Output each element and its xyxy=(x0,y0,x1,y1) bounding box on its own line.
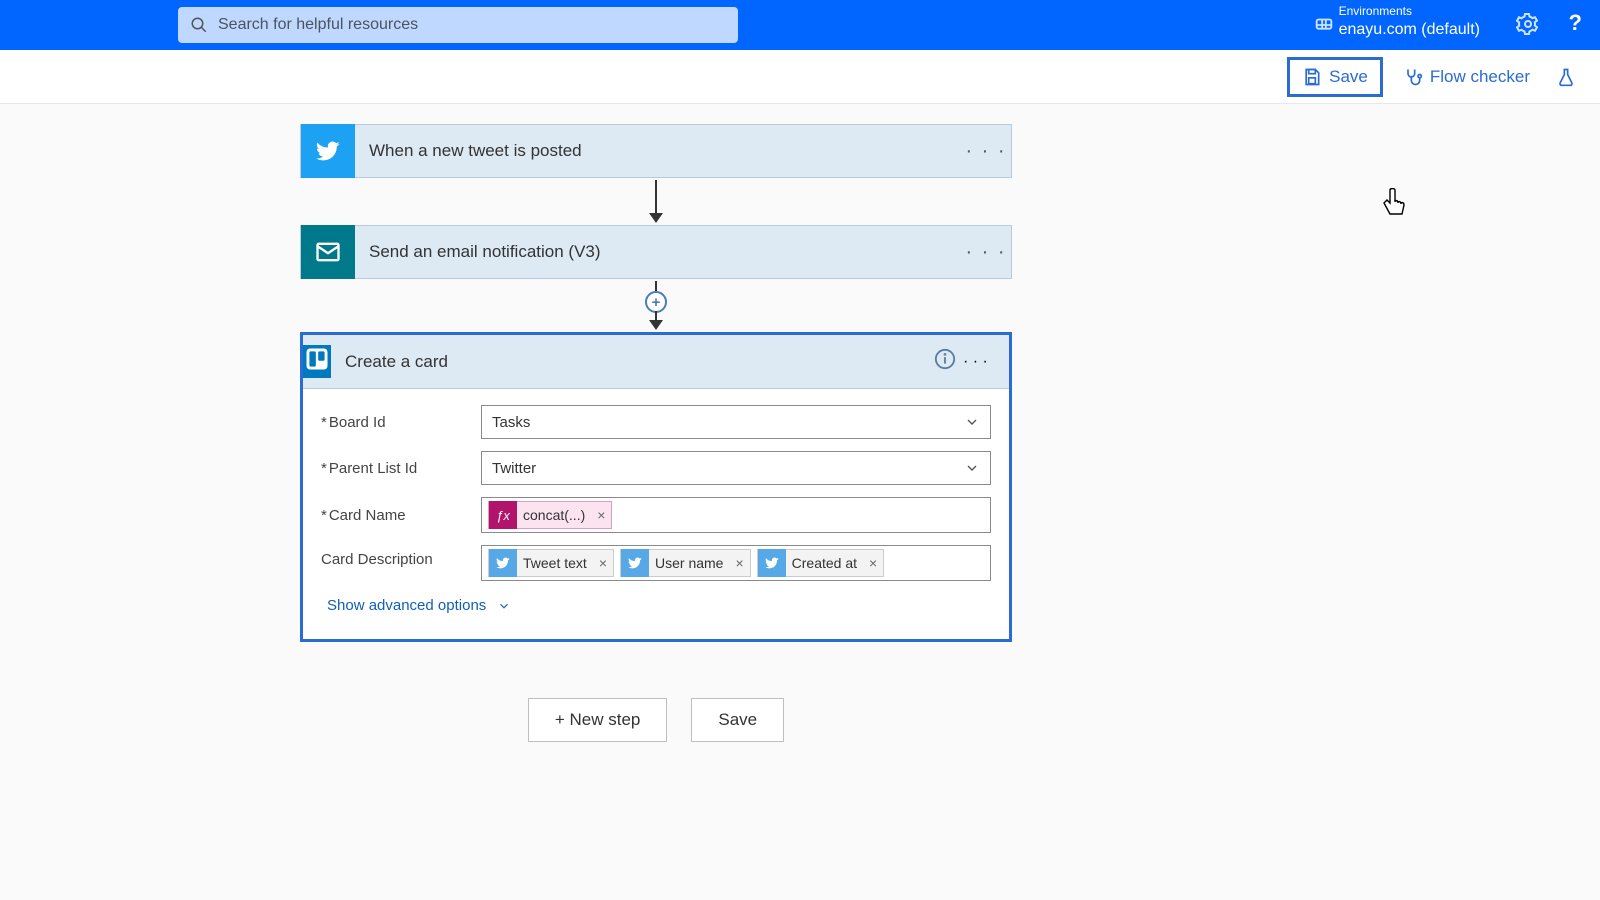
step-title: When a new tweet is posted xyxy=(355,141,961,161)
select-value: Twitter xyxy=(492,460,536,477)
token-label: Tweet text xyxy=(517,555,593,571)
field-parent-list-id: *Parent List Id Twitter xyxy=(321,451,991,485)
app-header: Search for helpful resources Environment… xyxy=(0,0,1600,50)
trigger-step[interactable]: When a new tweet is posted · · · xyxy=(300,124,1012,178)
field-label: *Card Name xyxy=(321,507,481,524)
help-button[interactable]: ? xyxy=(1569,10,1582,36)
token-label: User name xyxy=(649,555,729,571)
test-button[interactable] xyxy=(1550,57,1582,97)
step-title: Send an email notification (V3) xyxy=(355,242,961,262)
new-step-button[interactable]: + New step xyxy=(528,698,668,742)
twitter-icon xyxy=(621,549,649,577)
remove-token-button[interactable]: × xyxy=(863,555,883,571)
chevron-down-icon xyxy=(964,460,980,476)
cursor-icon xyxy=(1382,188,1408,218)
fx-icon: ƒx xyxy=(489,501,517,529)
save-label: Save xyxy=(1329,67,1368,87)
connector-arrow-with-add: + xyxy=(300,281,1012,330)
save-button[interactable]: Save xyxy=(1287,57,1383,97)
step-menu-button[interactable]: · · · xyxy=(961,140,1011,163)
canvas-save-button[interactable]: Save xyxy=(691,698,784,742)
expression-token[interactable]: ƒx concat(...) × xyxy=(488,501,612,529)
flow-checker-label: Flow checker xyxy=(1430,67,1530,87)
card-name-input[interactable]: ƒx concat(...) × xyxy=(481,497,991,533)
connector-arrow xyxy=(300,180,1012,223)
card-header[interactable]: Create a card · · · xyxy=(303,335,1009,389)
action-step-create-card: Create a card · · · *Board Id Tasks *Par… xyxy=(300,332,1012,642)
canvas-footer: + New step Save xyxy=(300,698,1012,742)
twitter-icon xyxy=(489,549,517,577)
advanced-options-label: Show advanced options xyxy=(327,597,486,614)
chevron-down-icon xyxy=(497,599,511,613)
dynamic-token-user-name[interactable]: User name × xyxy=(620,549,751,577)
token-label: Created at xyxy=(786,555,863,571)
field-card-description: Card Description Tweet text × User name … xyxy=(321,545,991,581)
field-card-name: *Card Name ƒx concat(...) × xyxy=(321,497,991,533)
info-button[interactable] xyxy=(927,348,963,375)
stethoscope-icon xyxy=(1403,67,1423,87)
field-board-id: *Board Id Tasks xyxy=(321,405,991,439)
board-select[interactable]: Tasks xyxy=(481,405,991,439)
remove-token-button[interactable]: × xyxy=(729,555,749,571)
mail-icon xyxy=(301,225,355,279)
advanced-options-toggle[interactable]: Show advanced options xyxy=(321,593,991,635)
search-icon xyxy=(190,16,208,34)
flow-column: When a new tweet is posted · · · Send an… xyxy=(300,124,1012,742)
search-input[interactable]: Search for helpful resources xyxy=(178,7,738,43)
environment-label: Environments xyxy=(1339,4,1480,20)
dynamic-token-created-at[interactable]: Created at × xyxy=(757,549,885,577)
twitter-icon xyxy=(301,124,355,178)
dynamic-token-tweet-text[interactable]: Tweet text × xyxy=(488,549,614,577)
remove-token-button[interactable]: × xyxy=(591,507,611,523)
token-label: concat(...) xyxy=(517,507,591,523)
settings-button[interactable] xyxy=(1516,12,1540,41)
flow-canvas[interactable]: When a new tweet is posted · · · Send an… xyxy=(0,104,1600,900)
select-value: Tasks xyxy=(492,414,530,431)
flask-icon xyxy=(1556,67,1576,87)
environment-icon[interactable] xyxy=(1313,14,1335,41)
trello-icon xyxy=(303,345,331,378)
field-label: *Parent List Id xyxy=(321,460,481,477)
card-description-input[interactable]: Tweet text × User name × Created at × xyxy=(481,545,991,581)
environment-value: enayu.com (default) xyxy=(1339,20,1480,41)
card-title: Create a card xyxy=(331,352,927,372)
flow-checker-button[interactable]: Flow checker xyxy=(1389,57,1544,97)
remove-token-button[interactable]: × xyxy=(593,555,613,571)
card-menu-button[interactable]: · · · xyxy=(963,353,1009,371)
action-step-email[interactable]: Send an email notification (V3) · · · xyxy=(300,225,1012,279)
field-label: *Board Id xyxy=(321,414,481,431)
save-icon xyxy=(1302,67,1322,87)
environment-picker[interactable]: Environments enayu.com (default) xyxy=(1339,4,1480,40)
search-placeholder: Search for helpful resources xyxy=(218,16,418,34)
command-bar: Save Flow checker xyxy=(0,50,1600,104)
twitter-icon xyxy=(758,549,786,577)
chevron-down-icon xyxy=(964,414,980,430)
field-label: Card Description xyxy=(321,545,481,568)
card-body: *Board Id Tasks *Parent List Id Twitter … xyxy=(303,389,1009,639)
step-menu-button[interactable]: · · · xyxy=(961,241,1011,264)
list-select[interactable]: Twitter xyxy=(481,451,991,485)
insert-step-button[interactable]: + xyxy=(645,291,667,313)
